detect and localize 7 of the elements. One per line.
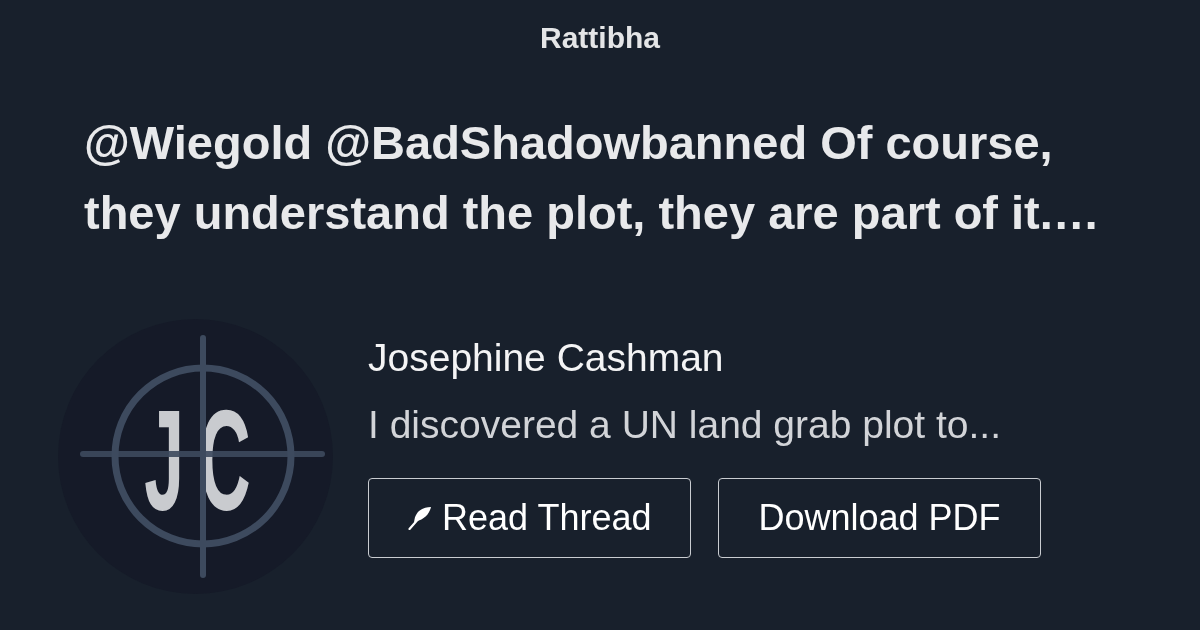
thread-title: @Wiegold @BadShadowbanned Of course, they understand the plot, they are part of it.… — [84, 115, 1101, 241]
read-thread-button[interactable]: Read Thread — [368, 478, 692, 558]
site-name: Rattibha — [540, 20, 660, 56]
download-pdf-button[interactable]: Download PDF — [718, 478, 1041, 558]
author-bio: I discovered a UN land grab plot to... — [368, 402, 1001, 448]
author-name: Josephine Cashman — [368, 335, 724, 381]
feather-icon — [408, 506, 432, 530]
